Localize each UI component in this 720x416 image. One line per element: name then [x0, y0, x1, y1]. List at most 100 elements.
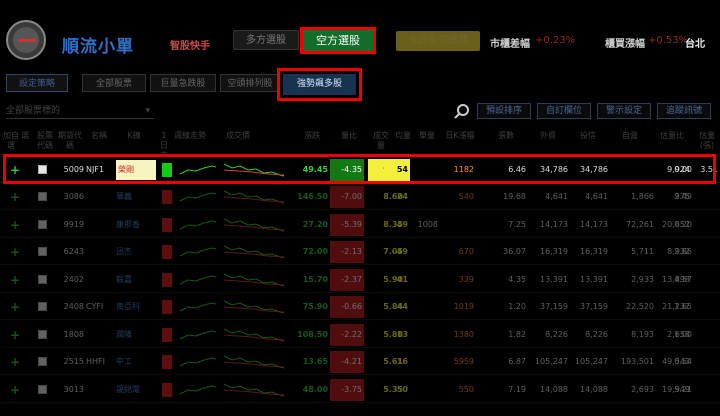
- add-watch-button[interactable]: +: [6, 239, 24, 265]
- stock-name: 南亞科: [116, 302, 140, 311]
- volume: 16: [396, 357, 408, 366]
- row-checkbox[interactable]: [38, 192, 47, 201]
- table-row[interactable]: +2515 HHFI 中工 13.65 -4.21 5.61 16 5959 6.87 105,2…: [0, 349, 720, 375]
- column-header[interactable]: 均量: [392, 128, 414, 154]
- column-header[interactable]: 單量: [414, 128, 440, 154]
- add-watch-button[interactable]: +: [6, 212, 24, 238]
- column-header[interactable]: 週線走勢: [170, 128, 210, 154]
- long-select-button[interactable]: 多方選股: [233, 30, 299, 50]
- table-header: 加自選選股票代碼期貨代碼名稱K線1日走勢週線走勢成交價漲跌量比成交量均量單量日K…: [0, 128, 720, 170]
- short-select-button[interactable]: 空方選股: [303, 30, 373, 51]
- single-volume: 339: [458, 274, 474, 284]
- column-header[interactable]: 1日走勢: [158, 128, 170, 170]
- tab-volume-drop[interactable]: 巨量急跌股: [150, 74, 216, 92]
- column-header[interactable]: K線: [114, 128, 154, 154]
- column-header[interactable]: 成交價: [210, 128, 266, 154]
- est-volume: [692, 322, 718, 348]
- row-checkbox[interactable]: [38, 274, 47, 284]
- app-subtitle: 智股快手: [170, 41, 210, 52]
- row-checkbox[interactable]: [38, 302, 47, 311]
- column-header[interactable]: 估量比: [652, 128, 692, 154]
- column-header[interactable]: 量比: [332, 128, 366, 154]
- table-row[interactable]: +2402 毅嘉 15.70 -2.37 5.90 41 339 4.35 13,391 13,3…: [0, 267, 720, 293]
- region-label: 台北: [685, 39, 705, 50]
- est-ratio: 21,237: [662, 302, 690, 311]
- default-sort-button[interactable]: 預設排序: [477, 103, 531, 119]
- investment-trust: 2,933: [631, 274, 654, 284]
- stock-code: 6243: [63, 247, 84, 256]
- price: 48.00: [302, 384, 328, 394]
- row-checkbox[interactable]: [38, 384, 47, 394]
- lots: 105,247: [534, 357, 568, 366]
- column-header[interactable]: 張數: [486, 128, 526, 154]
- column-header[interactable]: 日K漲幅: [444, 128, 476, 154]
- search-icon[interactable]: [454, 103, 470, 119]
- est-ratio: 19,949: [662, 384, 690, 394]
- selected-row-highlight: [3, 154, 716, 184]
- market-diff-label: 市櫃差幅: [490, 39, 530, 50]
- lots: 8,226: [545, 329, 568, 339]
- single-volume: 670: [458, 247, 474, 256]
- column-header[interactable]: 自營: [610, 128, 650, 154]
- investment-trust: 2,693: [631, 384, 654, 394]
- day-k-rise: 7.25: [508, 219, 526, 229]
- investment-trust: 8,193: [631, 329, 654, 339]
- row-checkbox[interactable]: [38, 357, 47, 366]
- app-logo: [6, 20, 46, 60]
- weekly-sparkline: [223, 328, 285, 341]
- add-watch-button[interactable]: +: [6, 377, 24, 403]
- avg-volume: [412, 322, 438, 348]
- price: 15.70: [302, 274, 328, 284]
- est-volume: [692, 267, 718, 293]
- tab-bear-arrangement[interactable]: 空頭排列股: [220, 74, 280, 92]
- est-volume: [692, 184, 718, 210]
- row-checkbox[interactable]: [38, 219, 47, 229]
- table-row[interactable]: +9919 康那香 27.20 -5.39 8.35 49 1008 7.25 14,173 14…: [0, 212, 720, 238]
- lots: 37,159: [540, 302, 568, 311]
- row-checkbox[interactable]: [38, 329, 47, 339]
- column-header[interactable]: 外資: [528, 128, 568, 154]
- column-header[interactable]: 成交量: [370, 128, 392, 154]
- today-overview-button[interactable]: 今日多空總覽: [396, 31, 480, 51]
- add-watch-button[interactable]: +: [6, 294, 24, 320]
- add-watch-button[interactable]: +: [6, 349, 24, 375]
- alert-settings-button[interactable]: 警示設定: [597, 103, 651, 119]
- table-row[interactable]: +1808 潤隆 108.50 -2.22 5.80 13 1380 1.82 8,226 8,2…: [0, 322, 720, 348]
- column-header[interactable]: 估量(張): [694, 128, 720, 154]
- column-header[interactable]: 投信: [568, 128, 608, 154]
- futures-code: [86, 212, 112, 238]
- table-row[interactable]: +3013 晟銘電 48.00 -3.75 5.35 50 550 7.19 14,088 14,…: [0, 377, 720, 403]
- volume: 49: [396, 219, 408, 229]
- tab-setting-strategy[interactable]: 設定策略: [6, 74, 68, 92]
- weekly-sparkline: [223, 218, 285, 231]
- avg-volume: [412, 267, 438, 293]
- day-k-rise: 6.87: [508, 357, 526, 366]
- add-watch-button[interactable]: +: [6, 322, 24, 348]
- column-header[interactable]: 選: [18, 128, 32, 154]
- k-candle: [162, 272, 172, 287]
- stock-target-select[interactable]: 全部股票標的 ▾: [6, 103, 154, 119]
- est-volume: [692, 349, 718, 375]
- track-signal-button[interactable]: 追蹤訊號: [657, 103, 711, 119]
- futures-code: [86, 184, 112, 210]
- custom-columns-button[interactable]: 自訂欄位: [537, 103, 591, 119]
- foreign: 37,159: [580, 302, 608, 311]
- column-header[interactable]: 名稱: [84, 128, 114, 154]
- tab-strong-long[interactable]: 強勢飆多股: [283, 74, 356, 95]
- column-header[interactable]: 漲跌: [296, 128, 328, 154]
- foreign: 8,226: [585, 329, 608, 339]
- intraday-sparkline: [179, 302, 217, 312]
- k-candle: [162, 190, 172, 204]
- column-header[interactable]: 股票代碼: [34, 128, 56, 154]
- add-watch-button[interactable]: +: [6, 184, 24, 210]
- row-checkbox[interactable]: [38, 247, 47, 256]
- tab-all-stocks[interactable]: 全部股票: [82, 74, 146, 92]
- table-row[interactable]: +6243 迅杰 72.00 -2.13 7.05 49 670 36.07 16,319 16,…: [0, 239, 720, 265]
- column-header[interactable]: 期貨代碼: [56, 128, 84, 154]
- single-volume: 1380: [453, 329, 474, 339]
- lots: 14,173: [540, 219, 568, 229]
- add-watch-button[interactable]: +: [6, 267, 24, 293]
- table-row[interactable]: +3086 華義 146.50 -7.00 8.60 24 540 19.68 4,641 4,6…: [0, 184, 720, 210]
- est-volume: [692, 239, 718, 265]
- table-row[interactable]: +2408 CYFI 南亞科 75.90 -0.66 5.84 44 1019 1.20 37,1…: [0, 294, 720, 320]
